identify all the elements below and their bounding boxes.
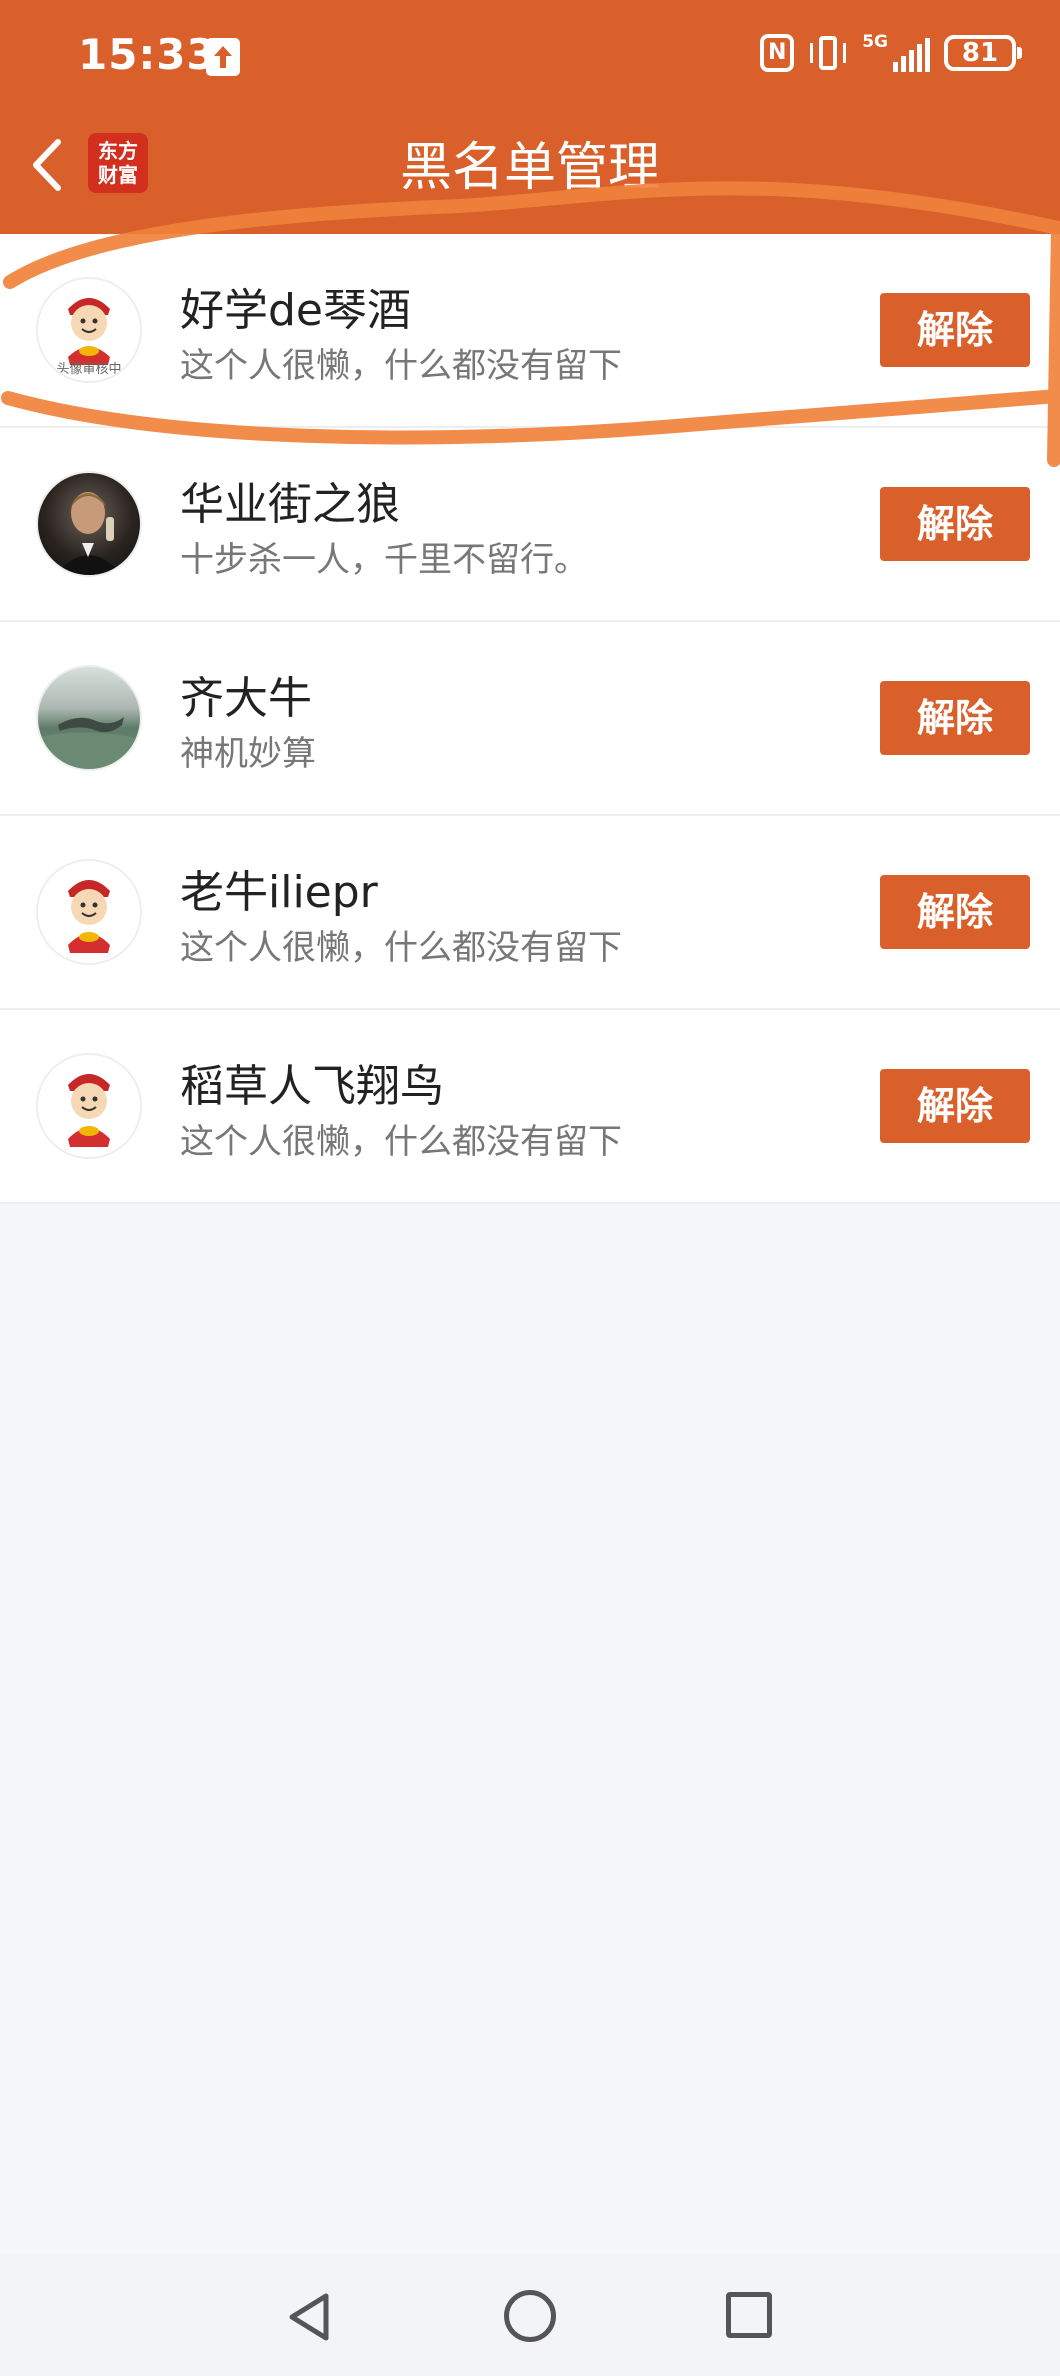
user-bio: 这个人很懒，什么都没有留下 — [180, 1122, 622, 1162]
nfc-icon: N — [760, 34, 795, 72]
signal-icon: 5G — [862, 34, 930, 72]
user-name: 稻草人飞翔鸟 — [180, 1061, 444, 1112]
mascot-avatar-icon — [38, 861, 140, 963]
unblock-button[interactable]: 解除 — [880, 293, 1030, 367]
user-avatar[interactable] — [36, 1053, 142, 1159]
system-navigation-bar — [0, 2254, 1060, 2376]
user-name: 老牛iliepr — [180, 867, 378, 918]
photo-avatar-icon — [56, 492, 122, 575]
battery-icon: 81 — [944, 35, 1022, 71]
network-type: 5G — [862, 32, 888, 52]
user-avatar[interactable]: 头像审核中 — [36, 277, 142, 383]
user-bio: 这个人很懒，什么都没有留下 — [180, 928, 622, 968]
screen: 15:33 N 5G 81 东方 财富 黑名单管理 头像审核中 好学de琴酒 这… — [0, 0, 1060, 2376]
upload-icon — [206, 38, 240, 76]
unblock-button[interactable]: 解除 — [880, 1069, 1030, 1143]
user-name: 齐大牛 — [180, 673, 312, 724]
blocked-user-row: 齐大牛 神机妙算 解除 — [0, 622, 1060, 816]
user-bio: 神机妙算 — [180, 734, 316, 774]
user-avatar[interactable] — [36, 859, 142, 965]
unblock-button[interactable]: 解除 — [880, 875, 1030, 949]
blacklist: 头像审核中 好学de琴酒 这个人很懒，什么都没有留下 解除 华业街之狼 十步杀一… — [0, 234, 1060, 1204]
user-avatar[interactable] — [36, 471, 142, 577]
mascot-avatar-icon — [38, 1055, 140, 1157]
user-avatar[interactable] — [36, 665, 142, 771]
user-bio: 十步杀一人，千里不留行。 — [180, 540, 588, 580]
vibrate-icon — [808, 34, 848, 72]
unblock-button[interactable]: 解除 — [880, 487, 1030, 561]
blocked-user-row: 华业街之狼 十步杀一人，千里不留行。 解除 — [0, 428, 1060, 622]
avatar-caption: 头像审核中 — [56, 362, 122, 377]
user-name: 华业街之狼 — [180, 479, 400, 530]
blocked-user-row: 稻草人飞翔鸟 这个人很懒，什么都没有留下 解除 — [0, 1010, 1060, 1204]
back-triangle-icon[interactable] — [284, 2290, 334, 2344]
photo-avatar-icon — [38, 717, 140, 769]
unblock-button[interactable]: 解除 — [880, 681, 1030, 755]
blocked-user-row: 老牛iliepr 这个人很懒，什么都没有留下 解除 — [0, 816, 1060, 1010]
blocked-user-row: 头像审核中 好学de琴酒 这个人很懒，什么都没有留下 解除 — [0, 234, 1060, 428]
battery-level: 81 — [961, 38, 999, 68]
home-circle-icon[interactable] — [504, 2290, 556, 2342]
user-bio: 这个人很懒，什么都没有留下 — [180, 346, 622, 386]
status-icons: N 5G 81 — [760, 34, 1022, 72]
user-name: 好学de琴酒 — [180, 285, 411, 336]
page-title: 黑名单管理 — [399, 138, 660, 198]
status-time: 15:33 — [78, 30, 217, 79]
app-header: 15:33 N 5G 81 东方 财富 黑名单管理 — [0, 0, 1060, 234]
recents-square-icon[interactable] — [726, 2292, 772, 2338]
